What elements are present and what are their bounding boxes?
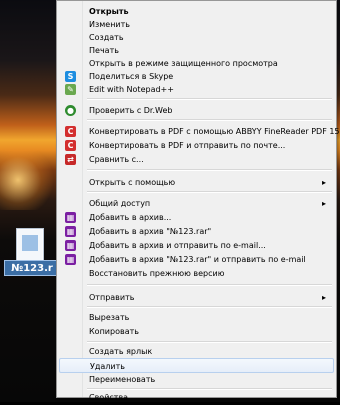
menu-item-abbyy-convert-mail[interactable]: C Конвертировать в PDF и отправить по по… — [59, 138, 334, 153]
menu-item-notepadpp[interactable]: ✎ Edit with Notepad++ — [59, 82, 334, 97]
skype-icon: S — [65, 71, 76, 82]
menu-item-label: Открыть с помощью — [89, 178, 176, 187]
menu-separator — [87, 191, 332, 193]
menu-item-label: Сравнить с... — [89, 155, 144, 164]
menu-item-add-to-archive[interactable]: ▦ Добавить в архив... — [59, 210, 334, 225]
menu-item-label: Edit with Notepad++ — [89, 85, 174, 94]
file-icon — [16, 228, 44, 262]
submenu-arrow-icon: ▸ — [321, 178, 326, 187]
menu-item-label: Добавить в архив... — [89, 213, 172, 222]
menu-item-share[interactable]: Общий доступ ▸ — [59, 196, 334, 211]
menu-item-label: Свойства — [89, 393, 129, 402]
menu-item-label: Добавить в архив "№123.rar" и отправить … — [89, 255, 306, 264]
winrar-icon: ▦ — [65, 240, 76, 251]
menu-item-add-to-named-archive[interactable]: ▦ Добавить в архив "№123.rar" — [59, 224, 334, 239]
desktop-file[interactable]: №123.r — [4, 228, 60, 282]
menu-item-compare[interactable]: ⇄ Сравнить с... — [59, 152, 334, 167]
menu-item-label: Восстановить прежнюю версию — [89, 269, 225, 278]
menu-item-label: Добавить в архив "№123.rar" — [89, 227, 212, 236]
menu-item-send-to[interactable]: Отправить ▸ — [59, 290, 334, 305]
menu-separator — [87, 306, 332, 308]
menu-item-label: Добавить в архив и отправить по e-mail..… — [89, 241, 266, 250]
menu-item-label: Проверить с Dr.Web — [89, 106, 173, 115]
menu-item-cut[interactable]: Вырезать — [59, 310, 334, 325]
drweb-icon: ● — [65, 105, 76, 116]
abbyy-mail-icon: C — [65, 140, 76, 151]
menu-separator — [87, 341, 332, 343]
menu-item-named-archive-and-email[interactable]: ▦ Добавить в архив "№123.rar" и отправит… — [59, 252, 334, 267]
menu-separator — [87, 119, 332, 121]
menu-item-rename[interactable]: Переименовать — [59, 372, 334, 387]
winrar-icon: ▦ — [65, 254, 76, 265]
menu-item-label: Копировать — [89, 327, 139, 336]
menu-separator — [87, 98, 332, 100]
menu-item-open-with[interactable]: Открыть с помощью ▸ — [59, 175, 334, 190]
menu-item-label: Конвертировать в PDF с помощью ABBYY Fin… — [89, 127, 340, 136]
menu-item-restore-previous-version[interactable]: Восстановить прежнюю версию — [59, 266, 334, 281]
menu-item-label: Общий доступ — [89, 199, 151, 208]
menu-item-drweb[interactable]: ● Проверить с Dr.Web — [59, 103, 334, 118]
menu-item-label: Создать ярлык — [89, 347, 153, 356]
submenu-arrow-icon: ▸ — [321, 293, 326, 302]
menu-item-delete[interactable]: Удалить — [59, 358, 334, 373]
menu-separator — [87, 169, 332, 171]
notepad-plus-plus-icon: ✎ — [65, 84, 76, 95]
menu-item-copy[interactable]: Копировать — [59, 324, 334, 339]
menu-item-label: Вырезать — [89, 313, 130, 322]
abbyy-icon: C — [65, 126, 76, 137]
context-menu: Открыть Изменить Создать Печать Открыть … — [56, 0, 340, 402]
winrar-icon: ▦ — [65, 212, 76, 223]
menu-item-create-shortcut[interactable]: Создать ярлык — [59, 344, 334, 359]
compare-icon: ⇄ — [65, 154, 76, 165]
menu-item-properties[interactable]: Свойства — [59, 390, 334, 405]
file-label: №123.r — [4, 260, 60, 276]
winrar-icon: ▦ — [65, 226, 76, 237]
menu-item-label: Отправить — [89, 293, 135, 302]
menu-item-label: Переименовать — [89, 375, 156, 384]
menu-item-label: Конвертировать в PDF и отправить по почт… — [89, 141, 286, 150]
submenu-arrow-icon: ▸ — [321, 199, 326, 208]
menu-item-abbyy-convert[interactable]: C Конвертировать в PDF с помощью ABBYY F… — [59, 124, 340, 139]
menu-item-archive-and-email[interactable]: ▦ Добавить в архив и отправить по e-mail… — [59, 238, 334, 253]
menu-separator — [87, 284, 332, 286]
